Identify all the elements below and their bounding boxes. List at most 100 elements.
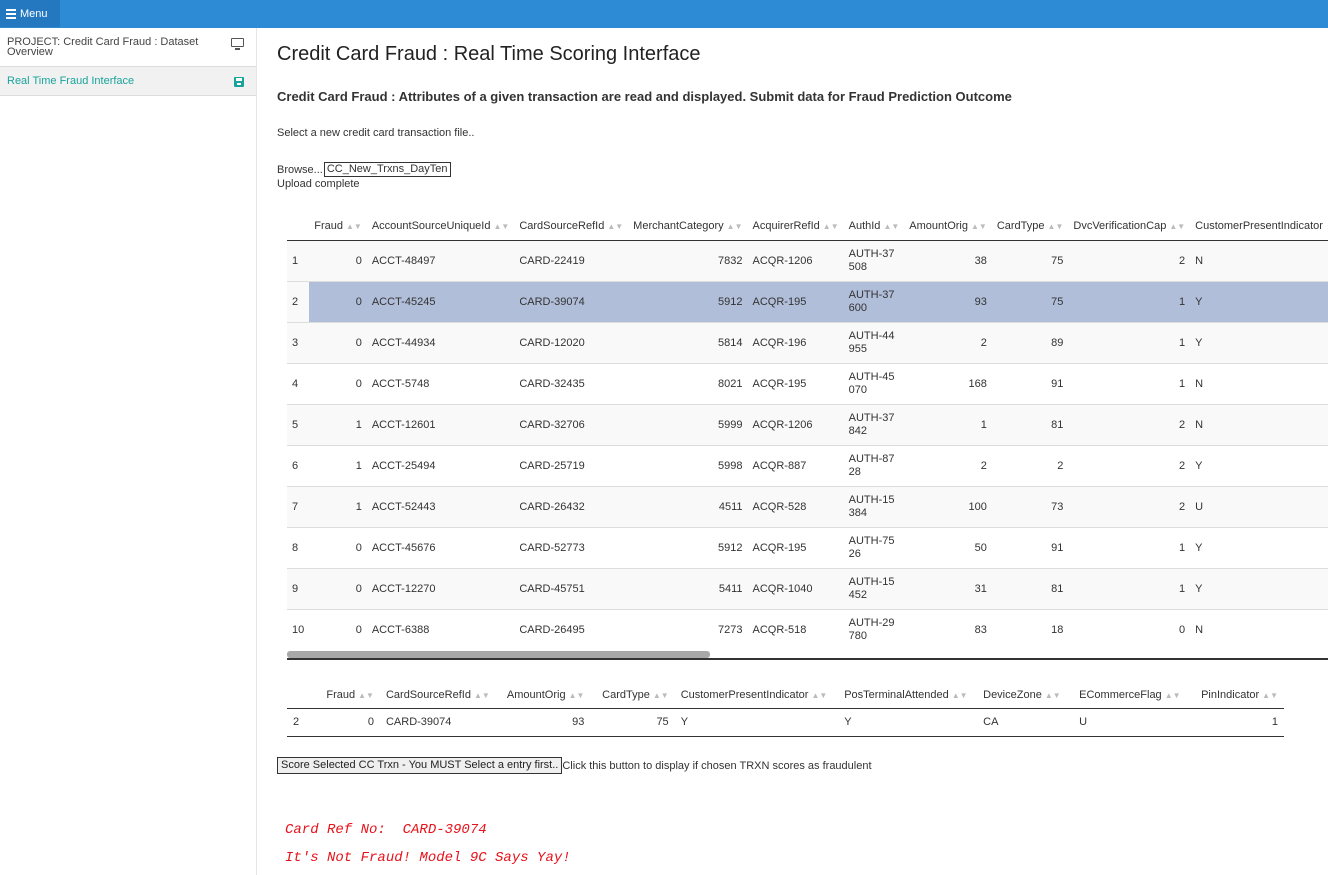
cell-acquirer: ACQR-196 <box>747 321 844 363</box>
cell-auth: AUTH-15452 <box>843 567 905 609</box>
sort-icon: ▲▼ <box>473 690 490 700</box>
column-header-customer-present[interactable]: CustomerPresentIndicator▲▼ <box>1190 213 1328 241</box>
cell-dvc-verification: 1 <box>1068 567 1191 609</box>
cell-account: ACCT-25494 <box>366 444 515 486</box>
cell-merchant-category: 5411 <box>628 567 748 609</box>
sort-icon: ▲▼ <box>951 690 968 700</box>
column-header-fraud[interactable]: Fraud ▲▼ <box>320 682 380 709</box>
sidebar-item-label: Real Time Fraud Interface <box>7 75 135 87</box>
table-row[interactable]: 6 1 ACCT-25494 CARD-25719 5998 ACQR-887 AUTH-8… <box>287 444 1328 486</box>
column-header-rownum <box>287 213 310 241</box>
horizontal-scrollbar[interactable] <box>287 650 1328 660</box>
cell-customer-present: Y <box>1190 444 1328 486</box>
table-row[interactable]: 3 0 ACCT-44934 CARD-12020 5814 ACQR-196 AUTH-4… <box>287 321 1328 363</box>
column-header-card-type[interactable]: CardType ▲▼ <box>991 213 1069 241</box>
column-header-merchant-category[interactable]: MerchantCategory ▲▼ <box>628 213 748 241</box>
top-navbar: Menu <box>0 0 1328 28</box>
column-header-card-ref[interactable]: CardSourceRefId ▲▼ <box>514 213 629 241</box>
sidebar-item-real-time-fraud[interactable]: Real Time Fraud Interface <box>0 67 256 96</box>
score-button[interactable]: Score Selected CC Trxn - You MUST Select… <box>277 757 563 774</box>
scrollbar-thumb[interactable] <box>287 651 710 658</box>
column-header-ecommerce-flag[interactable]: ECommerceFlag ▲▼ <box>1073 682 1187 709</box>
column-header-pin-indicator[interactable]: PinIndicator ▲▼ <box>1186 682 1284 709</box>
column-header-auth[interactable]: AuthId ▲▼ <box>843 213 905 241</box>
selected-transaction-table: Fraud ▲▼ CardSourceRefId ▲▼ AmountOrig ▲▼ C… <box>287 682 1284 737</box>
cell-dvc-verification: 0 <box>1068 608 1191 650</box>
menu-toggle-button[interactable]: Menu <box>0 0 60 27</box>
cell-rownum: 2 <box>287 708 321 737</box>
table-row[interactable]: 7 1 ACCT-52443 CARD-26432 4511 ACQR-528 AUTH-1… <box>287 485 1328 527</box>
column-header-pos-terminal[interactable]: PosTerminalAttended ▲▼ <box>838 682 978 709</box>
cell-acquirer: ACQR-1206 <box>747 239 844 281</box>
cell-dvc-verification: 2 <box>1068 239 1191 281</box>
sort-icon: ▲▼ <box>493 222 510 232</box>
cell-card-type: 89 <box>991 321 1069 363</box>
cell-rownum: 5 <box>287 403 310 445</box>
score-hint: Click this button to display if chosen T… <box>562 759 872 772</box>
cell-customer-present: N <box>1190 239 1328 281</box>
browse-button[interactable]: Browse... <box>277 164 323 176</box>
file-name-field[interactable]: CC_New_Trxns_DayTen <box>323 162 451 177</box>
column-header-card-ref[interactable]: CardSourceRefId ▲▼ <box>379 682 499 709</box>
cell-rownum: 10 <box>287 608 310 650</box>
cell-rownum: 3 <box>287 321 310 363</box>
table-row[interactable]: 4 0 ACCT-5748 CARD-32435 8021 ACQR-195 AUTH-45… <box>287 362 1328 404</box>
cell-pos-terminal: Y <box>838 708 978 737</box>
cell-card-ref: CARD-26432 <box>514 485 629 527</box>
cell-merchant-category: 7273 <box>628 608 748 650</box>
column-header-amount[interactable]: AmountOrig ▲▼ <box>904 213 992 241</box>
cell-card-ref: CARD-32435 <box>514 362 629 404</box>
cell-customer-present: N <box>1190 608 1328 650</box>
cell-account: ACCT-44934 <box>366 321 515 363</box>
cell-merchant-category: 7832 <box>628 239 748 281</box>
cell-card-ref: CARD-32706 <box>514 403 629 445</box>
table-row[interactable]: 9 0 ACCT-12270 CARD-45751 5411 ACQR-1040 AUTH-… <box>287 567 1328 609</box>
cell-merchant-category: 5999 <box>628 403 748 445</box>
cell-rownum: 4 <box>287 362 310 404</box>
main-content: Credit Card Fraud : Real Time Scoring In… <box>258 28 1328 875</box>
table-row[interactable]: 5 1 ACCT-12601 CARD-32706 5999 ACQR-1206 AUTH-… <box>287 403 1328 445</box>
cell-account: ACCT-6388 <box>366 608 515 650</box>
cell-auth: AUTH-8728 <box>843 444 905 486</box>
cell-customer-present: Y <box>1190 280 1328 322</box>
result-card-ref: Card Ref No: CARD-39074 <box>285 822 487 838</box>
column-header-customer-present[interactable]: CustomerPresentIndicator▲▼ <box>674 682 839 709</box>
cell-account: ACCT-48497 <box>366 239 515 281</box>
sidebar-item-label: PROJECT: Credit Card Fraud : Dataset Ove… <box>7 36 199 58</box>
cell-amount: 100 <box>904 485 992 527</box>
page-subtitle: Credit Card Fraud : Attributes of a give… <box>277 89 1012 104</box>
table-row[interactable]: 2 0 ACCT-45245 CARD-39074 5912 ACQR-195 AUTH-3… <box>287 280 1328 322</box>
cell-auth: AUTH-15384 <box>843 485 905 527</box>
column-header-card-type[interactable]: CardType ▲▼ <box>590 682 675 709</box>
column-header-account[interactable]: AccountSourceUniqueId ▲▼ <box>366 213 515 241</box>
cell-card-ref: CARD-26495 <box>514 608 629 650</box>
cell-card-type: 91 <box>991 362 1069 404</box>
sidebar-item-dataset-overview[interactable]: PROJECT: Credit Card Fraud : Dataset Ove… <box>0 28 256 67</box>
column-header-dvc-verification[interactable]: DvcVerificationCap ▲▼ <box>1068 213 1191 241</box>
column-header-fraud[interactable]: Fraud ▲▼ <box>309 213 367 241</box>
cell-card-type: 75 <box>991 239 1069 281</box>
column-header-amount[interactable]: AmountOrig ▲▼ <box>499 682 591 709</box>
cell-dvc-verification: 2 <box>1068 485 1191 527</box>
column-header-acquirer[interactable]: AcquirerRefId ▲▼ <box>747 213 844 241</box>
cell-dvc-verification: 1 <box>1068 280 1191 322</box>
cell-account: ACCT-12270 <box>366 567 515 609</box>
table-row[interactable]: 1 0 ACCT-48497 CARD-22419 7832 ACQR-1206 AUTH-… <box>287 239 1328 281</box>
sort-icon: ▲▼ <box>607 222 624 232</box>
cell-card-ref: CARD-39074 <box>514 280 629 322</box>
cell-card-type: 91 <box>991 526 1069 568</box>
cell-fraud: 1 <box>309 403 367 445</box>
cell-acquirer: ACQR-195 <box>747 526 844 568</box>
table-row[interactable]: 8 0 ACCT-45676 CARD-52773 5912 ACQR-195 AUTH-7… <box>287 526 1328 568</box>
transactions-table-container: Fraud ▲▼ AccountSourceUniqueId ▲▼ CardSour… <box>287 213 1328 650</box>
cell-acquirer: ACQR-887 <box>747 444 844 486</box>
save-icon <box>234 77 244 87</box>
cell-dvc-verification: 1 <box>1068 321 1191 363</box>
cell-card-ref: CARD-22419 <box>514 239 629 281</box>
sort-icon: ▲▼ <box>883 222 900 232</box>
column-header-device-zone[interactable]: DeviceZone ▲▼ <box>977 682 1074 709</box>
table-row[interactable]: 10 0 ACCT-6388 CARD-26495 7273 ACQR-518 AUTH-2… <box>287 608 1328 650</box>
table-row[interactable]: 2 0 CARD-39074 93 75 Y Y CA U 1 <box>287 708 1284 737</box>
cell-acquirer: ACQR-195 <box>747 280 844 322</box>
cell-amount: 93 <box>499 708 591 737</box>
